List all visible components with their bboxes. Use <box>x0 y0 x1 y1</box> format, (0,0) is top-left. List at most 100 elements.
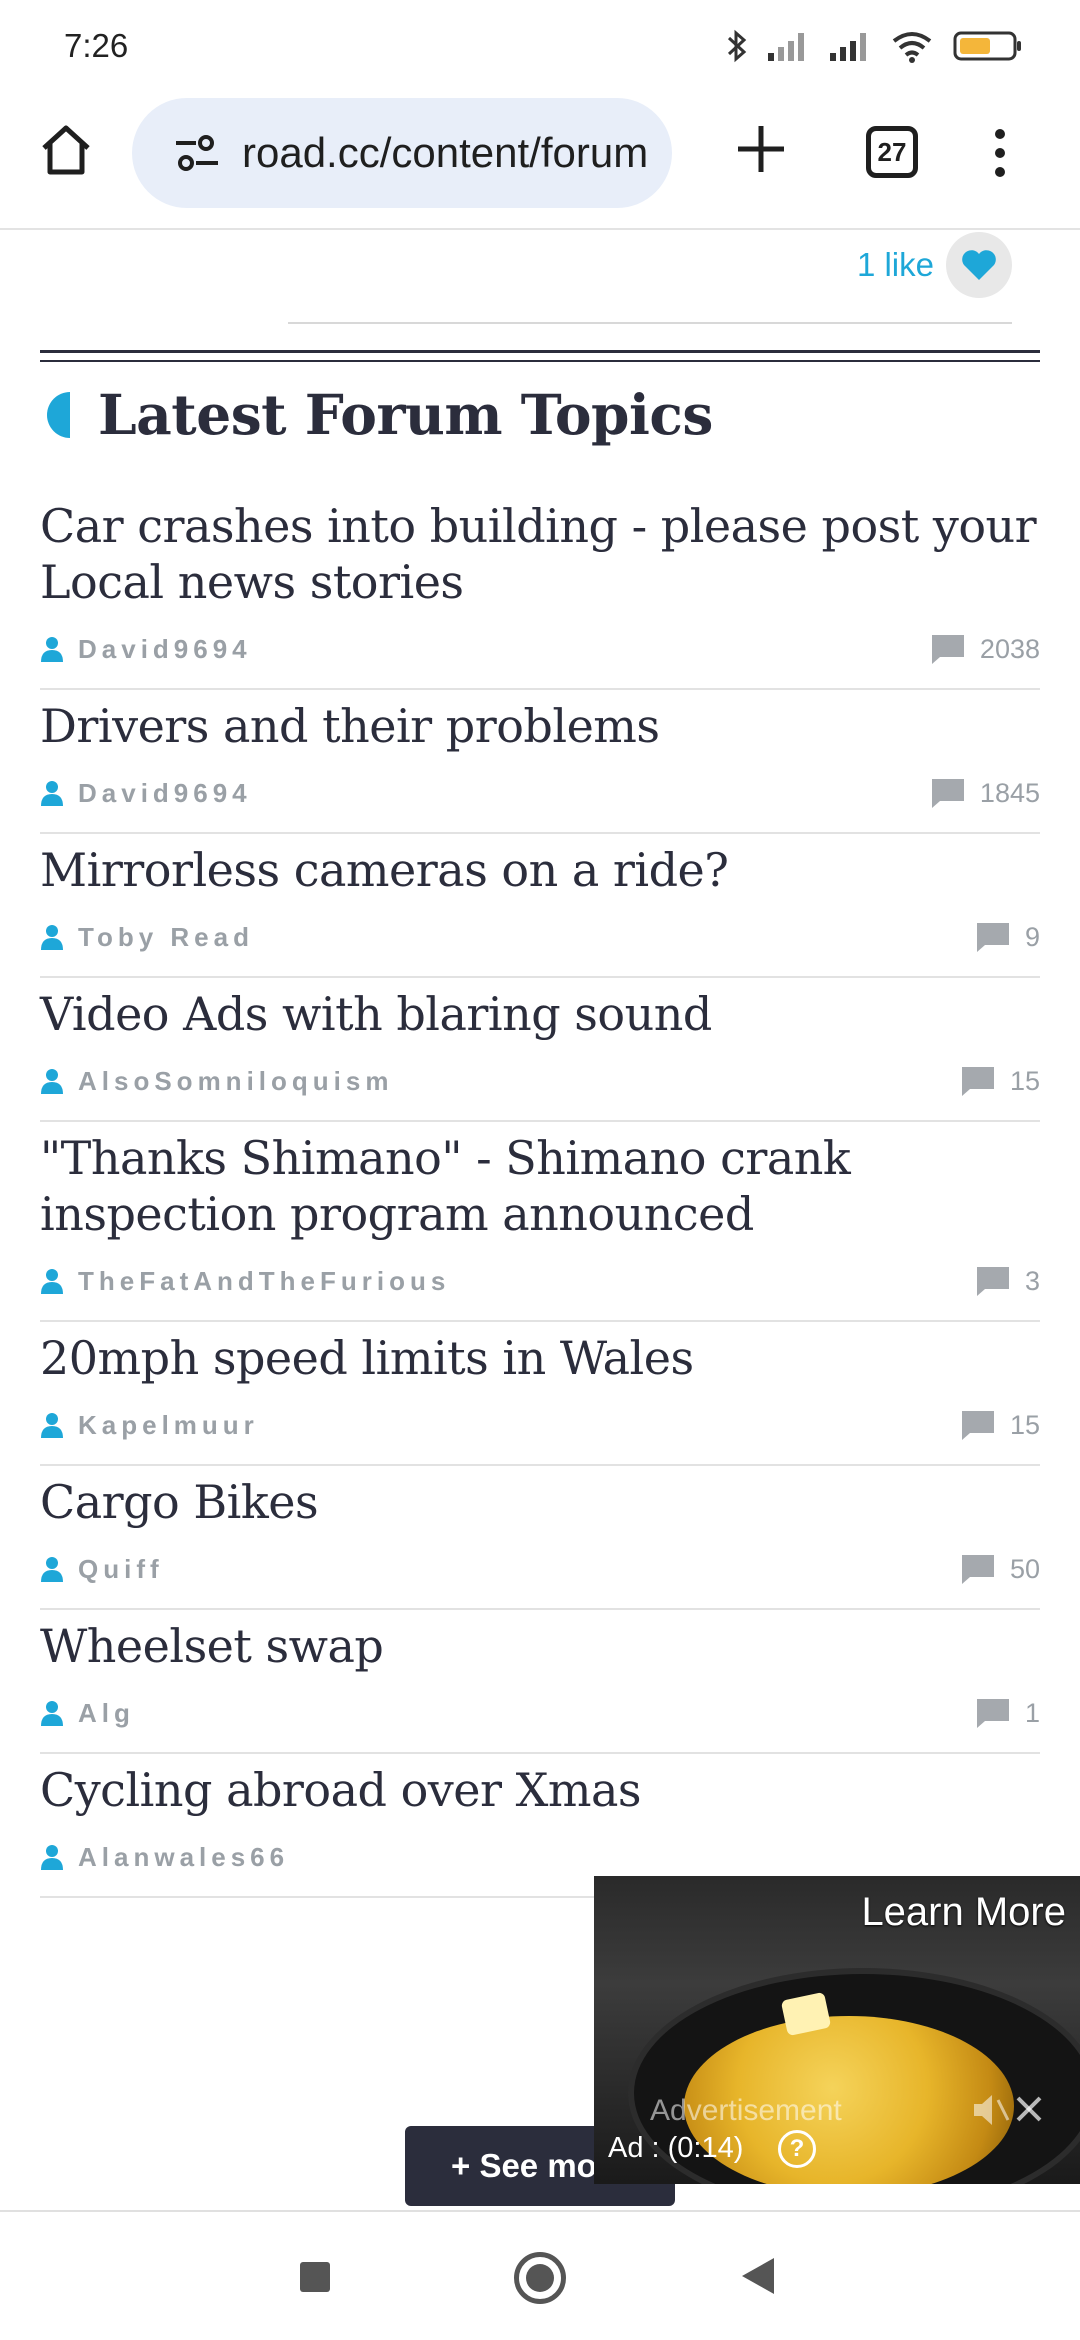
status-bar: 7:26 <box>0 0 1080 92</box>
reply-count: 2038 <box>930 633 1040 665</box>
topic-row: Wheelset swap Alg 1 <box>40 1610 1040 1754</box>
reply-count: 15 <box>960 1065 1040 1097</box>
topic-title[interactable]: Cargo Bikes <box>40 1466 1040 1530</box>
topic-row: 20mph speed limits in Wales Kapelmuur 15 <box>40 1322 1040 1466</box>
comment-icon <box>976 1699 1009 1728</box>
section-header: Latest Forum Topics <box>40 382 713 447</box>
user-icon <box>41 637 63 662</box>
author-name[interactable]: David9694 <box>78 778 252 809</box>
reply-count: 1845 <box>930 777 1040 809</box>
topic-title[interactable]: Wheelset swap <box>40 1610 1040 1674</box>
topic-author: Quiff <box>40 1554 164 1585</box>
reply-count-value: 50 <box>1009 1553 1040 1584</box>
topic-author: TheFatAndTheFurious <box>40 1266 450 1297</box>
topic-row: Car crashes into building - please post … <box>40 490 1040 690</box>
like-count[interactable]: 1 like <box>857 246 934 284</box>
more-menu-icon[interactable] <box>990 128 1010 178</box>
recents-button[interactable] <box>300 2262 330 2292</box>
topic-row: Drivers and their problems David9694 1845 <box>40 690 1040 834</box>
ad-help-icon[interactable]: ? <box>778 2130 816 2168</box>
topic-author: Kapelmuur <box>40 1410 259 1441</box>
topic-meta: David9694 1845 <box>40 754 1040 832</box>
video-ad[interactable]: Learn More Advertisement Ad : (0:14) ? <box>594 1876 1080 2184</box>
mute-icon[interactable] <box>970 2090 1010 2130</box>
topic-author: Toby Read <box>40 922 254 953</box>
topic-meta: Kapelmuur 15 <box>40 1386 1040 1464</box>
topic-meta: Alg 1 <box>40 1674 1040 1752</box>
home-button[interactable] <box>514 2252 566 2304</box>
new-tab-icon[interactable] <box>732 120 790 178</box>
topic-author: AlsoSomniloquism <box>40 1066 393 1097</box>
reply-count: 15 <box>960 1409 1040 1441</box>
tab-switcher-button[interactable]: 27 <box>866 126 918 178</box>
user-icon <box>41 925 63 950</box>
user-icon <box>41 1069 63 1094</box>
ad-timer: Ad : (0:14) <box>608 2132 744 2164</box>
wifi-icon <box>892 32 932 63</box>
topic-author: Alanwales66 <box>40 1842 289 1873</box>
topic-title[interactable]: Video Ads with blaring sound <box>40 978 1040 1042</box>
author-name[interactable]: David9694 <box>78 634 252 665</box>
topic-title[interactable]: Mirrorless cameras on a ride? <box>40 834 1040 898</box>
author-name[interactable]: AlsoSomniloquism <box>78 1066 393 1097</box>
section-marker-icon <box>47 391 70 438</box>
user-icon <box>41 1701 63 1726</box>
comment-icon <box>961 1411 994 1440</box>
topic-row: Mirrorless cameras on a ride? Toby Read 9 <box>40 834 1040 978</box>
close-icon[interactable] <box>1012 2092 1046 2126</box>
topic-title[interactable]: Drivers and their problems <box>40 690 1040 754</box>
reply-count-value: 9 <box>1024 921 1040 952</box>
author-name[interactable]: Toby Read <box>78 922 254 953</box>
signal-icon <box>830 33 866 61</box>
author-name[interactable]: TheFatAndTheFurious <box>78 1266 450 1297</box>
reply-count: 9 <box>975 921 1040 953</box>
learn-more-link[interactable]: Learn More <box>861 1890 1066 1935</box>
topic-title[interactable]: Cycling abroad over Xmas <box>40 1754 1040 1818</box>
reply-count-value: 1 <box>1024 1697 1040 1728</box>
ad-label: Advertisement <box>650 2094 842 2127</box>
reply-count-value: 15 <box>1009 1409 1040 1440</box>
comment-icon <box>931 635 964 664</box>
author-name[interactable]: Quiff <box>78 1554 164 1585</box>
user-icon <box>41 1413 63 1438</box>
topic-meta: TheFatAndTheFurious 3 <box>40 1242 1040 1320</box>
site-settings-icon[interactable] <box>172 133 222 173</box>
user-icon <box>41 1269 63 1294</box>
comment-icon <box>961 1067 994 1096</box>
reply-count-value: 3 <box>1024 1265 1040 1296</box>
battery-icon <box>953 31 1021 61</box>
topic-author: David9694 <box>40 634 252 665</box>
reply-count: 1 <box>975 1697 1040 1729</box>
topic-title[interactable]: 20mph speed limits in Wales <box>40 1322 1040 1386</box>
bluetooth-icon <box>727 29 747 63</box>
user-icon <box>41 1557 63 1582</box>
user-icon <box>41 781 63 806</box>
signal-icon <box>768 33 804 61</box>
topic-list: Car crashes into building - please post … <box>40 490 1040 1898</box>
reply-count-value: 2038 <box>979 633 1040 664</box>
like-button[interactable] <box>946 232 1012 298</box>
comment-icon <box>961 1555 994 1584</box>
author-name[interactable]: Alg <box>78 1698 135 1729</box>
status-icons <box>726 28 1024 64</box>
divider <box>288 322 1012 324</box>
reply-count-value: 15 <box>1009 1065 1040 1096</box>
heart-icon <box>962 250 996 280</box>
topic-meta: Quiff 50 <box>40 1530 1040 1608</box>
like-row: 1 like <box>857 232 1012 298</box>
user-icon <box>41 1845 63 1870</box>
topic-title[interactable]: Car crashes into building - please post … <box>40 490 1040 610</box>
browser-toolbar: road.cc/content/forum 27 <box>0 92 1080 230</box>
reply-count: 3 <box>975 1265 1040 1297</box>
comment-icon <box>931 779 964 808</box>
author-name[interactable]: Kapelmuur <box>78 1410 259 1441</box>
address-bar[interactable]: road.cc/content/forum <box>132 98 672 208</box>
topic-title[interactable]: "Thanks Shimano" - Shimano crank inspect… <box>40 1122 1040 1242</box>
status-time: 7:26 <box>64 27 129 64</box>
author-name[interactable]: Alanwales66 <box>78 1842 289 1873</box>
topic-author: Alg <box>40 1698 135 1729</box>
url-text: road.cc/content/forum <box>242 129 649 176</box>
comment-icon <box>976 1267 1009 1296</box>
home-icon[interactable] <box>36 120 96 180</box>
back-button[interactable] <box>742 2258 774 2294</box>
